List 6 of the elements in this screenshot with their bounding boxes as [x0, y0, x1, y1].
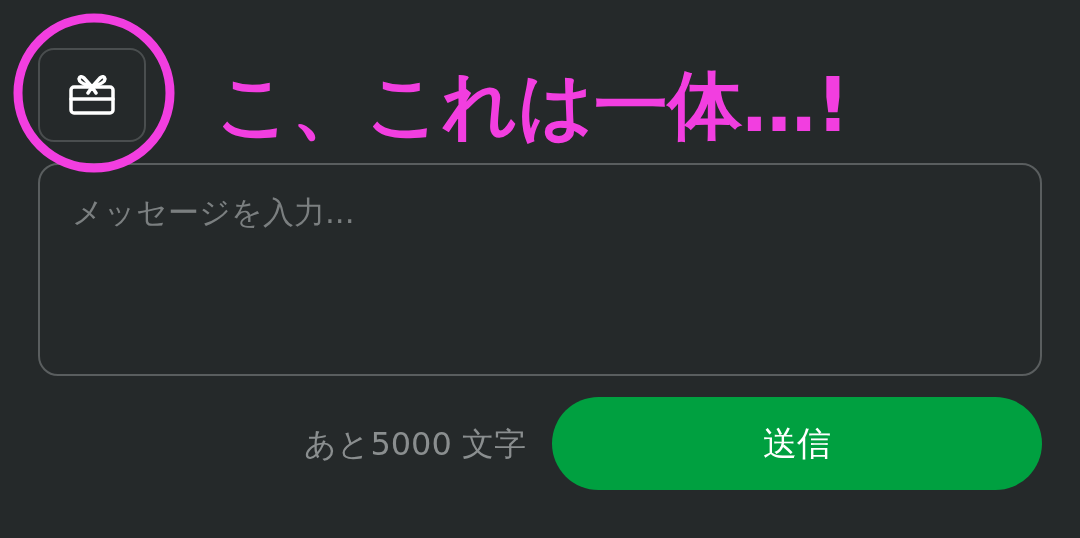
send-button[interactable]: 送信 [552, 397, 1042, 490]
character-counter: あと5000 文字 [304, 423, 526, 465]
message-field[interactable]: メッセージを入力... [38, 163, 1042, 376]
gift-icon [68, 75, 116, 115]
annotation-text: こ、これは一体…! [216, 68, 850, 142]
gift-button[interactable] [38, 48, 146, 142]
